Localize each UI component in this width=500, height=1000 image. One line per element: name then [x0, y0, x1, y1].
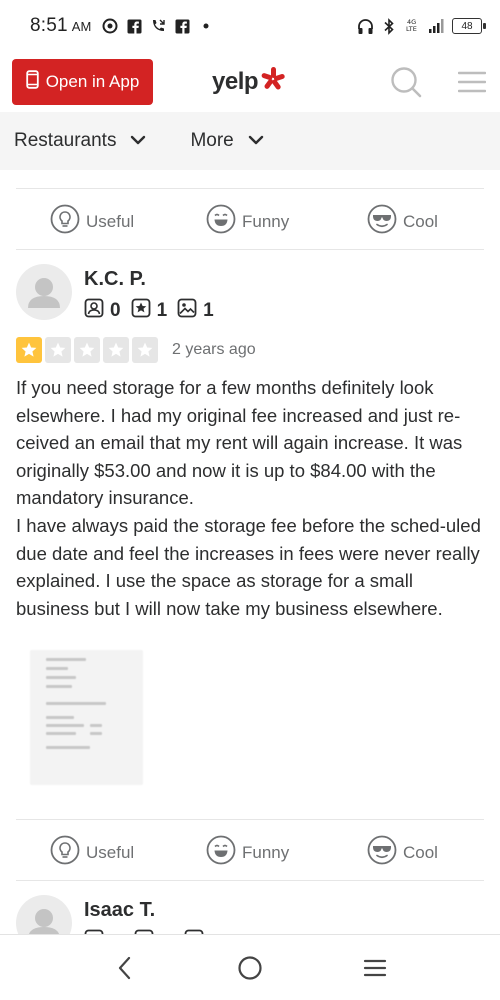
facebook-icon	[125, 17, 143, 35]
target-icon	[101, 17, 119, 35]
logo-text: yelp	[212, 67, 259, 95]
photos-count: 1	[203, 300, 214, 321]
star-icon	[103, 337, 129, 363]
stars	[16, 337, 161, 363]
nav-more[interactable]: More	[190, 130, 263, 152]
category-nav: Restaurants More	[0, 112, 500, 170]
reaction-bar-review: Useful Funny Cool	[16, 819, 484, 881]
network-type-icon: 4G LTE	[404, 17, 422, 35]
photos-stat: 1	[177, 298, 214, 324]
friends-stat: 0	[84, 298, 121, 324]
reaction-bar-previous: Useful Funny Cool	[16, 188, 484, 250]
star-icon	[132, 337, 158, 363]
funny-label: Funny	[242, 842, 290, 862]
back-icon	[118, 956, 131, 980]
open-in-app-button[interactable]: Open in App	[12, 59, 153, 105]
funny-button[interactable]: Funny	[206, 204, 289, 239]
nav-more-label: More	[190, 130, 234, 151]
avatar[interactable]	[16, 264, 72, 320]
chevron-down-icon	[130, 130, 146, 152]
battery-icon: 48	[452, 18, 486, 34]
status-bar: 8:51 AM 4G LTE 48	[0, 0, 500, 52]
next-review-author: Isaac T.	[16, 895, 486, 935]
star-icon	[74, 337, 100, 363]
reviews-stat: 1	[131, 298, 168, 324]
chevron-down-icon	[248, 130, 264, 152]
dot-icon	[197, 17, 215, 35]
useful-label: Useful	[86, 211, 135, 231]
review-paragraph: I have always paid the storage fee befor…	[16, 514, 481, 619]
user-stats: 0 1 1	[84, 298, 214, 324]
status-ampm: AM	[71, 18, 92, 34]
useful-button[interactable]: Useful	[50, 204, 134, 239]
notification-icons	[101, 17, 215, 35]
sunglasses-icon	[367, 835, 397, 870]
facebook-icon-2	[173, 17, 191, 35]
review-author: K.C. P. 0 1 1	[16, 264, 486, 328]
lightbulb-icon	[50, 835, 80, 870]
laugh-icon	[206, 835, 236, 870]
lightbulb-icon	[50, 204, 80, 239]
review-date: 2 years ago	[172, 341, 256, 358]
reviews-count: 1	[156, 300, 168, 321]
phone-icon	[26, 70, 39, 94]
funny-label: Funny	[242, 211, 290, 231]
review-paragraph: If you need storage for a few months def…	[16, 377, 463, 509]
header-actions	[390, 66, 487, 103]
status-time: 8:51	[30, 15, 68, 36]
useful-button[interactable]: Useful	[50, 835, 134, 870]
funny-button[interactable]: Funny	[206, 835, 289, 870]
search-icon[interactable]	[390, 66, 422, 103]
signal-icon	[428, 17, 446, 35]
review-photo[interactable]	[30, 650, 143, 785]
cool-button[interactable]: Cool	[367, 204, 438, 239]
home-icon	[238, 956, 262, 980]
useful-label: Useful	[86, 842, 135, 862]
recents-icon	[363, 959, 387, 977]
friends-count: 0	[110, 300, 121, 321]
cool-label: Cool	[403, 211, 438, 231]
user-name[interactable]: K.C. P.	[84, 268, 146, 291]
star-rating: 2 years ago	[16, 337, 256, 363]
star-icon	[45, 337, 71, 363]
sunglasses-icon	[367, 204, 397, 239]
photo-icon	[177, 298, 197, 324]
home-button[interactable]	[235, 953, 265, 983]
yelp-logo[interactable]: yelp	[212, 66, 286, 97]
yelp-burst-icon	[260, 66, 286, 97]
headphones-icon	[356, 17, 374, 35]
phone-missed-icon	[149, 17, 167, 35]
app-header: Open in App yelp	[0, 52, 500, 112]
system-navigation-bar	[0, 934, 500, 1000]
laugh-icon	[206, 204, 236, 239]
svg-text:LTE: LTE	[406, 25, 417, 33]
bluetooth-icon	[380, 17, 398, 35]
nav-restaurants-label: Restaurants	[14, 130, 117, 151]
nav-restaurants[interactable]: Restaurants	[14, 130, 146, 152]
user-name[interactable]: Isaac T.	[84, 899, 155, 922]
star-outline-icon	[131, 298, 151, 324]
cool-button[interactable]: Cool	[367, 835, 438, 870]
menu-icon[interactable]	[457, 70, 487, 99]
recents-button[interactable]	[360, 953, 390, 983]
back-button[interactable]	[110, 953, 140, 983]
open-in-app-label: Open in App	[45, 72, 140, 91]
system-status-icons: 4G LTE 48	[356, 17, 486, 35]
cool-label: Cool	[403, 842, 438, 862]
star-icon	[16, 337, 42, 363]
avatar[interactable]	[16, 895, 72, 935]
friends-icon	[84, 298, 104, 324]
review-body: If you need storage for a few months def…	[16, 374, 488, 622]
